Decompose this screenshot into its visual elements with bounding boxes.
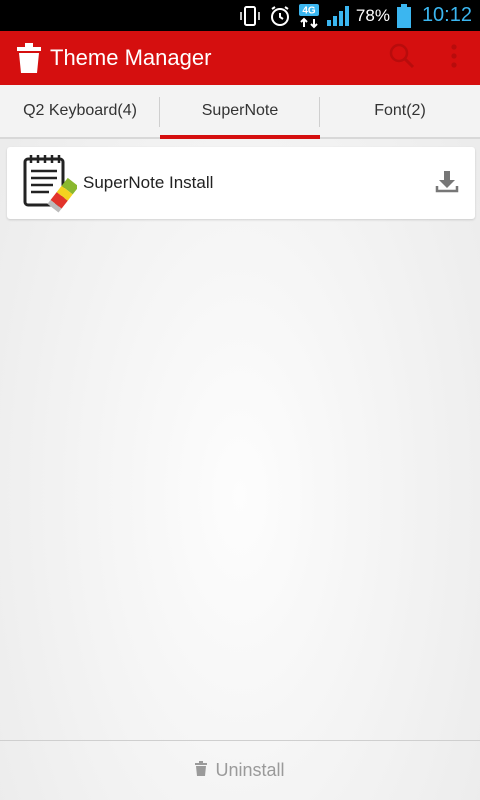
uninstall-button[interactable]: Uninstall	[195, 760, 285, 781]
trash-icon	[195, 760, 208, 781]
page-title: Theme Manager	[50, 45, 212, 70]
clock: 10:12	[421, 4, 472, 26]
status-bar: 4G 78% 10:12	[0, 0, 480, 31]
tab-label: SuperNote	[201, 102, 279, 119]
tab-font[interactable]: Font(2)	[320, 85, 480, 137]
alarm-icon	[268, 4, 292, 28]
uninstall-label: Uninstall	[215, 760, 285, 780]
battery-percent: 78%	[355, 5, 390, 25]
tab-label: Q2 Keyboard(4)	[23, 102, 137, 119]
signal-strength-icon	[326, 4, 350, 28]
search-button[interactable]	[376, 31, 428, 85]
bottom-bar: Uninstall	[0, 740, 480, 800]
network-4g-icon: 4G	[298, 3, 320, 29]
item-label: SuperNote Install	[83, 173, 214, 192]
list-item[interactable]: SuperNote Install	[7, 147, 475, 219]
download-icon	[435, 169, 459, 198]
search-icon	[389, 43, 415, 74]
overflow-menu-button[interactable]	[428, 31, 480, 85]
tab-supernote[interactable]: SuperNote	[160, 85, 320, 139]
vibrate-icon	[238, 4, 262, 28]
tab-q2-keyboard[interactable]: Q2 Keyboard(4)	[0, 85, 160, 137]
overflow-menu-icon	[450, 43, 458, 74]
tab-label: Font(2)	[374, 102, 426, 119]
supernote-notepad-icon	[19, 152, 79, 214]
battery-icon	[396, 3, 412, 29]
tab-bar: Q2 Keyboard(4) SuperNote Font(2)	[0, 85, 480, 139]
download-button[interactable]	[419, 147, 475, 219]
action-bar: Theme Manager	[0, 31, 480, 85]
svg-text:4G: 4G	[302, 5, 316, 16]
trash-icon	[14, 38, 44, 78]
